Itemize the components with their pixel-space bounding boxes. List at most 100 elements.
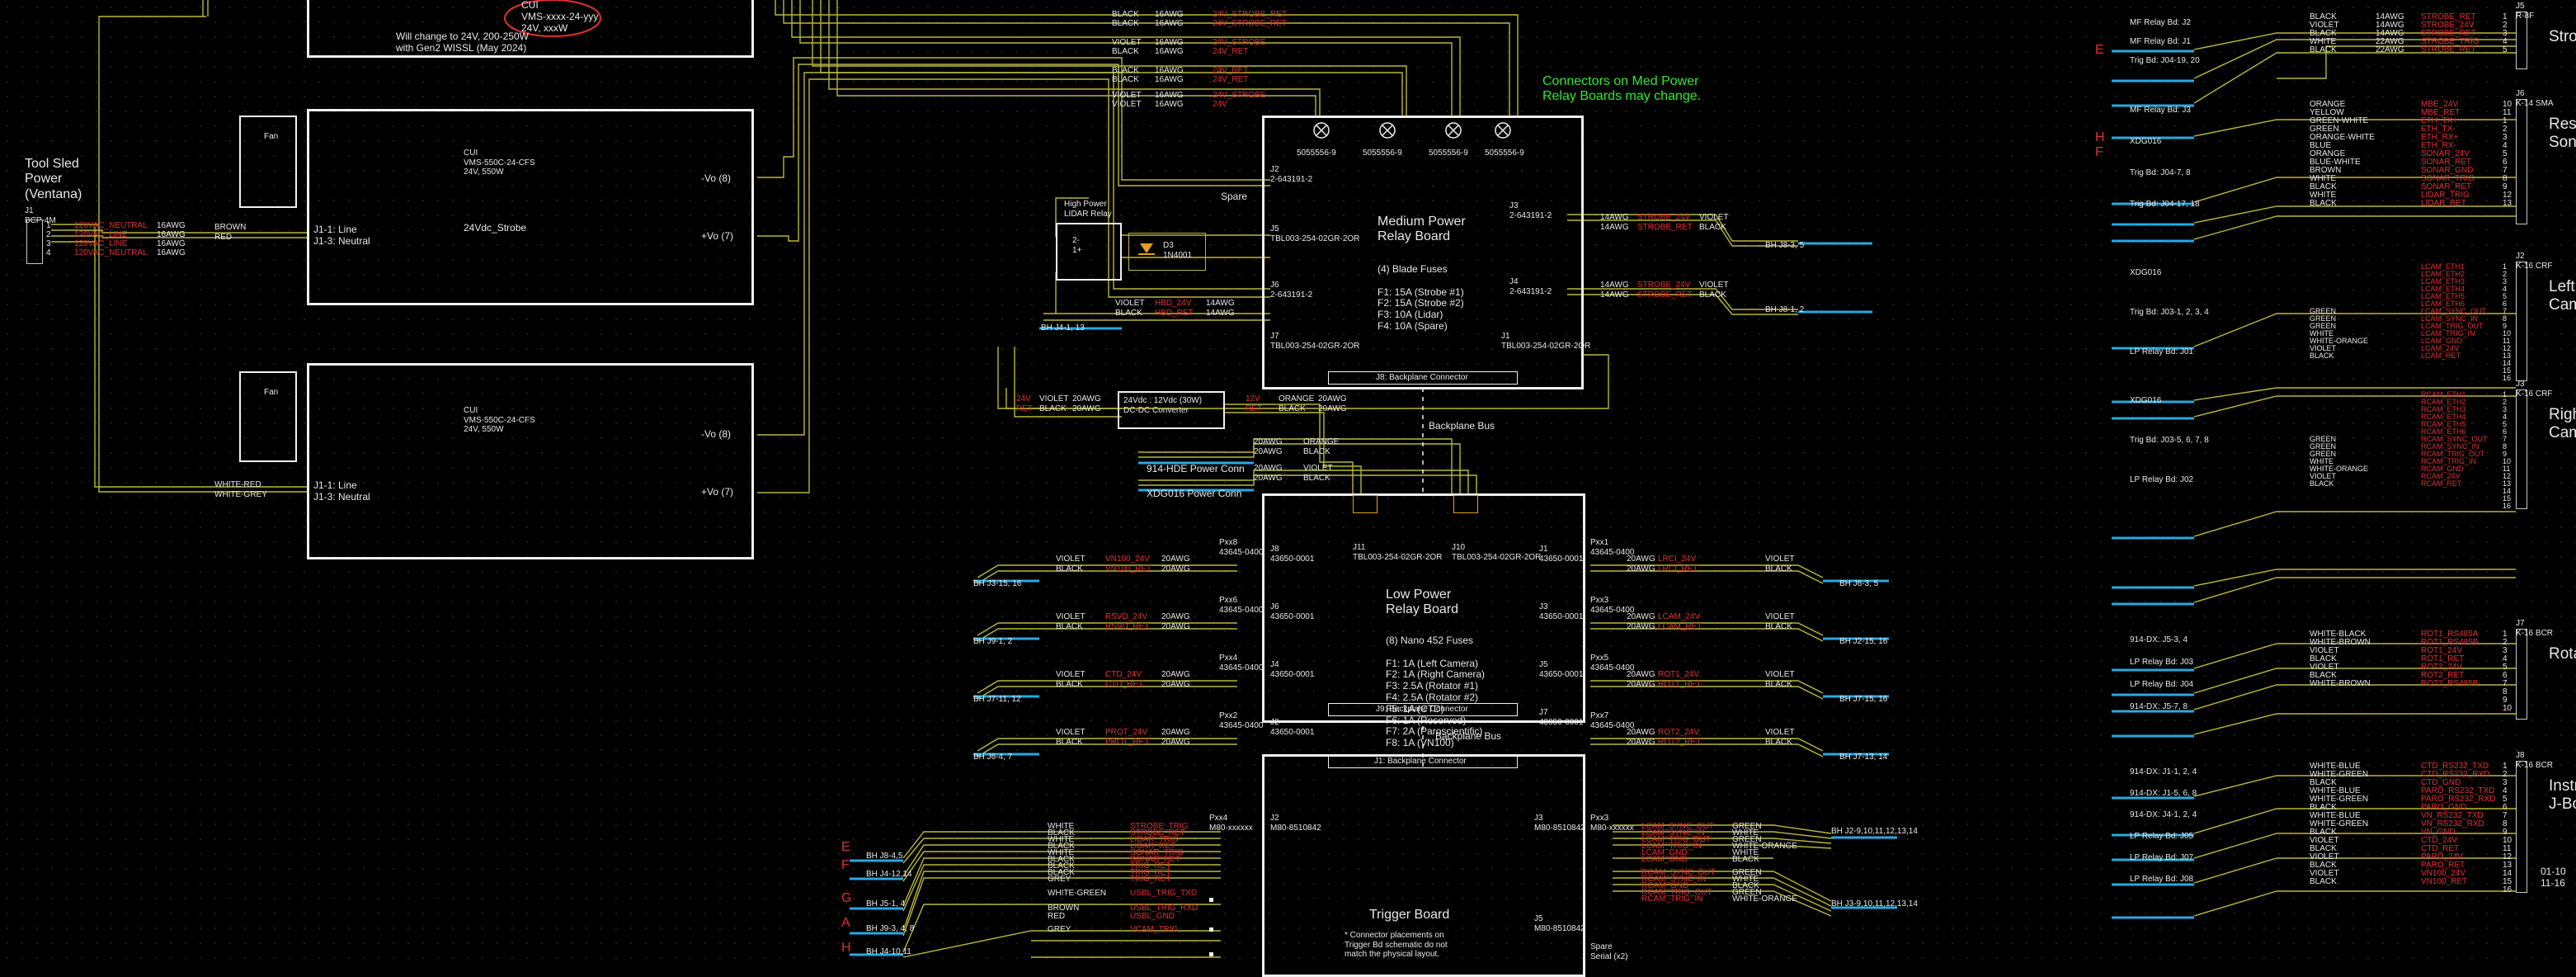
signal-label: RCAM_RET [2421, 479, 2462, 488]
marker-icon [1209, 952, 1213, 956]
wire [2193, 205, 2516, 224]
trigger-letter-g: G [841, 891, 852, 905]
lpr-right-j4: J7 43650-0001 [1539, 708, 1584, 727]
wire-color-column: BLACK VIOLET BLACK WHITE BLACK [2310, 13, 2339, 54]
wire-color: BLACK [2310, 877, 2337, 886]
section-title: Reso Sona [2549, 116, 2576, 151]
trigger-right-colors: GREEN WHITE GREEN WHITE-ORANGE WHITE BLA… [1732, 823, 1797, 904]
lpr-l2-colors: VIOLET BLACK [1056, 612, 1085, 631]
lidar-wire-colors: VIOLET BLACK [1115, 299, 1145, 318]
lpr-left-p1: Pxx8 43645-0400 [1219, 538, 1264, 557]
section-source: Trig Bd: J03-5, 6, 7, 8 [2130, 436, 2209, 445]
pc1-gauges: 20AWG 20AWG [1254, 437, 1283, 456]
psu2-fan-label: Fan [264, 388, 279, 397]
gauge-label: 16AWG [1155, 75, 1184, 84]
gauge-label: 16AWG [1155, 47, 1184, 56]
section-source: MF Relay Bd: J3 [2130, 106, 2191, 115]
mpr-fuses: (4) Blade Fuses F1: 15A (Strobe #1) F2: … [1377, 263, 1464, 332]
wire-color: GREY [1048, 925, 1071, 934]
signal-label: STROBE_RET [2421, 45, 2476, 54]
trigger-j5: J5 M80-8510842 [1534, 914, 1585, 933]
pin-label: 1 [46, 221, 51, 230]
lpr-right-j2: J3 43650-0001 [1539, 602, 1584, 621]
lidar-pins: 2- 1+ [1072, 236, 1082, 255]
lpr-l2-dest: BH J9-1, 2 [973, 637, 1013, 646]
trigger-dest-2: BH J4-12,14 [866, 870, 912, 879]
psu1-j1: J1-1: Line J1-3: Neutral [313, 224, 370, 247]
wire [2193, 684, 2516, 710]
wire [2193, 577, 2516, 603]
trigger-right-dest-2: BH J3-9,10,11,12,13,14 [1831, 899, 1918, 909]
wire-color-column: WHITE-BLACK WHITE-BROWN VIOLET BLACK VIOLET B… [2310, 630, 2371, 688]
pc1-colors: ORANGE BLACK [1303, 437, 1340, 456]
pin-label: 4 [46, 248, 51, 257]
mpr-j6: J6 2-643191-2 [1270, 281, 1313, 300]
pin-label: 16 [2503, 374, 2512, 382]
section-connector-body [2516, 262, 2527, 381]
psu1-name: 24Vdc_Strobe [464, 222, 527, 234]
wire-color: WHITE-ORANGE [1732, 894, 1797, 904]
trigger-letter-f: F [841, 858, 850, 872]
section-source: MF Relay Bd: J1 [2130, 37, 2191, 46]
signal-label: VCAM_TRIG [1130, 925, 1179, 934]
pin-label-column: 12345 [2503, 13, 2508, 54]
lpr-left-j4: J2 43650-0001 [1270, 718, 1315, 737]
lpr-r1-colors: VIOLET BLACK [1765, 555, 1795, 573]
gauge-label: 16AWG [1155, 10, 1184, 19]
bundle-signals: 24V_STROBE_RET 24V_STROBE_RET 24V_STROBE… [1213, 10, 1287, 109]
mpr-j4: J4 2-643191-2 [1509, 277, 1552, 296]
lidar-relay [1056, 223, 1122, 281]
lpr-l4-gauges: 20AWG 20AWG [1161, 728, 1190, 747]
trigger-dest-5: BH J4-10,11 [866, 947, 911, 956]
lpr-r2-colors: VIOLET BLACK [1765, 612, 1795, 631]
mpr-title: Medium Power Relay Board [1377, 215, 1466, 244]
lpr-j11-pin [1353, 495, 1377, 513]
wire [757, 78, 1270, 493]
section-title: Left Cam [2549, 278, 2576, 314]
mpr-j3: J3 2-643191-2 [1509, 201, 1552, 220]
lpr-left-j3: J4 43650-0001 [1270, 660, 1315, 679]
section-letter: H F [2095, 130, 2105, 160]
signal-label: 24V_RET [1213, 66, 1249, 75]
section-source: LP Relay Bd: J05 [2130, 832, 2194, 841]
mpr-out2-colors: VIOLET BLACK [1699, 281, 1729, 300]
trigger-spare: Spare Serial (x2) [1590, 942, 1628, 961]
lpr-r1-signals: LRCI_24V LRCI_RET [1658, 555, 1698, 573]
section-source: LP Relay Bd: J02 [2130, 475, 2194, 484]
dcdc-left: 24V RET [1016, 394, 1033, 413]
marker-icon [1209, 927, 1213, 932]
psu2-cui: CUI VMS-550C-24-CFS 24V, 550W [464, 406, 535, 434]
signal-label: USBL_TRIG_TXD [1130, 889, 1198, 898]
wire-color: BLACK [2310, 199, 2337, 208]
lpr-l3-colors: VIOLET BLACK [1056, 670, 1085, 689]
wire [2193, 713, 2516, 735]
pin-label: 16 [2503, 885, 2512, 894]
wire-color: BLACK [2310, 352, 2334, 360]
pc1-label: 914-HDE Power Conn [1147, 463, 1245, 474]
dcdc-right-gauges: 20AWG 20AWG [1318, 394, 1347, 413]
tool-sled-title: Tool Sled Power (Ventana) [25, 157, 82, 201]
lidar-wire-gauges: 14AWG 14AWG [1206, 299, 1235, 318]
psu2-fan-box [239, 371, 297, 462]
wire [2193, 511, 2516, 537]
psu2-j1: J1-1: Line J1-3: Neutral [313, 479, 370, 503]
mpr-conn-2: 5055556-9 [1363, 149, 1402, 158]
signal-label: 24V_STROBE_RET [1213, 10, 1288, 19]
section-source: Trig Bd: J04-19, 20 [2130, 56, 2200, 65]
section-source: Trig Bd: J04-17, 18 [2130, 200, 2200, 209]
wire-color [2310, 421, 2368, 428]
trigger-dest-3: BH J5-1, 4 [866, 899, 906, 909]
dcdc-right-colors: ORANGE BLACK [1279, 394, 1315, 413]
wire [1225, 412, 1362, 495]
signal-label: 24V_RET [1213, 47, 1249, 56]
mpr-out2-gauges: 14AWG 14AWG [1600, 281, 1629, 300]
psu1-box [307, 109, 754, 305]
trigger-dest-4: BH J9-3, 4, 8 [866, 924, 915, 933]
trigger-right-dest-1: BH J2-9,10,11,12,13,14 [1831, 827, 1918, 836]
wire-color: VIOLET [1112, 38, 1142, 47]
lpr-l3-gauges: 20AWG 20AWG [1161, 670, 1190, 689]
mpr-j1: J1 TBL003-254-02GR-2OR [1501, 332, 1591, 351]
section-source: MF Relay Bd: J2 [2130, 18, 2191, 27]
section-connector-body [2516, 389, 2527, 509]
section-extra: 01-10 11-16 [2541, 866, 2566, 889]
